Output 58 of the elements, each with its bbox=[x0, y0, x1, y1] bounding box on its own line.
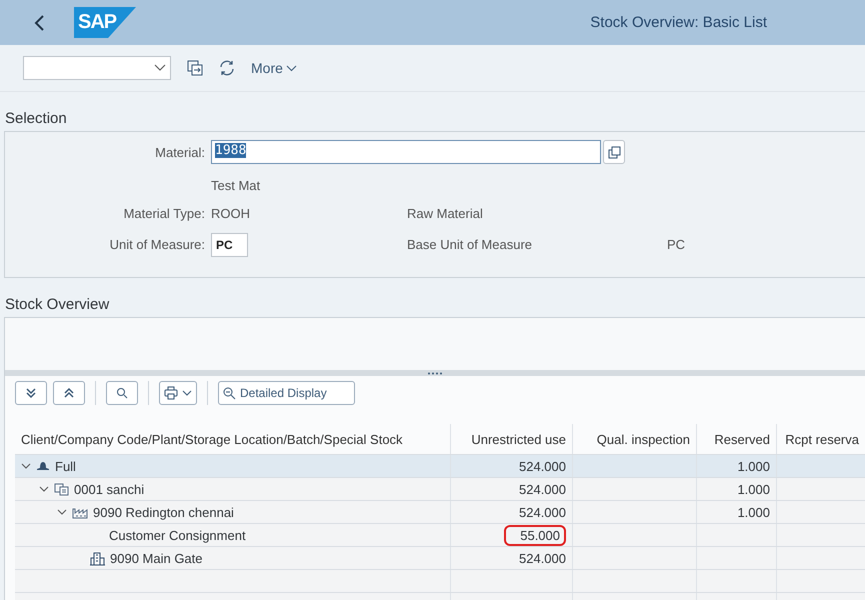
chevron-down-icon bbox=[154, 64, 166, 72]
unit-field[interactable]: PC bbox=[211, 232, 248, 256]
chevron-down-icon[interactable] bbox=[39, 484, 49, 494]
tree-label: 9090 Main Gate bbox=[110, 550, 203, 566]
section-title: Selection bbox=[4, 109, 68, 129]
double-chevron-down-icon bbox=[25, 387, 37, 399]
company-icon bbox=[54, 482, 69, 496]
field-label: Material: bbox=[154, 144, 206, 160]
table-row[interactable]: Customer Consignment 55.000 bbox=[15, 523, 865, 546]
quantity: 1.000 bbox=[737, 458, 770, 474]
table-row[interactable]: 9090 Redington chennai 524.000 1.000 bbox=[15, 500, 865, 523]
collapse-all-button[interactable] bbox=[53, 381, 85, 405]
more-button[interactable]: More bbox=[251, 60, 297, 76]
field-value: PC bbox=[667, 237, 686, 252]
copy-icon bbox=[608, 146, 620, 158]
field-value: ROOH bbox=[211, 206, 251, 221]
hat-icon bbox=[36, 461, 50, 471]
tree-label: Full bbox=[55, 458, 76, 474]
logo: SAP bbox=[74, 7, 136, 38]
refresh-icon[interactable] bbox=[219, 60, 235, 76]
quantity: 524.000 bbox=[519, 482, 566, 496]
dropdown-field[interactable] bbox=[23, 56, 171, 80]
table-row[interactable]: 9090 Main Gate 524.000 bbox=[15, 546, 865, 569]
page-title: Stock Overview: Basic List bbox=[590, 14, 767, 31]
chevron-down-icon bbox=[286, 64, 297, 72]
tree-label: 9090 Redington chennai bbox=[93, 504, 234, 520]
quantity: 1.000 bbox=[737, 504, 770, 520]
chevron-down-icon bbox=[182, 390, 192, 396]
material-field[interactable]: 1988 bbox=[211, 140, 601, 164]
table-row[interactable]: Full 524.000 1.000 bbox=[15, 454, 865, 477]
tree-label: Customer Consignment bbox=[109, 528, 246, 542]
detailed-display-button[interactable]: Detailed Display bbox=[218, 381, 355, 405]
search-icon bbox=[116, 387, 128, 399]
expand-all-button[interactable] bbox=[15, 381, 47, 405]
quantity: 1.000 bbox=[737, 482, 770, 496]
chevron-down-icon[interactable] bbox=[21, 461, 31, 471]
zoom-icon bbox=[223, 386, 236, 400]
quantity: 524.000 bbox=[519, 550, 566, 566]
tree-label: 0001 sanchi bbox=[74, 482, 144, 496]
field-value: Raw Material bbox=[407, 206, 484, 221]
splitter-handle[interactable] bbox=[5, 370, 865, 376]
quantity: 524.000 bbox=[519, 458, 566, 474]
field-label: Base Unit of Measure bbox=[407, 237, 534, 252]
print-icon bbox=[164, 386, 178, 400]
material-description: Test Mat bbox=[211, 178, 262, 192]
building-icon bbox=[90, 550, 105, 566]
chevron-down-icon[interactable] bbox=[57, 507, 67, 517]
field-label: Unit of Measure: bbox=[108, 237, 206, 252]
export-icon[interactable] bbox=[187, 60, 203, 76]
search-button[interactable] bbox=[106, 381, 138, 405]
quantity: 524.000 bbox=[519, 504, 566, 520]
value-help-button[interactable] bbox=[603, 140, 625, 164]
field-label: Material Type: bbox=[122, 206, 206, 221]
table-row[interactable]: 0001 sanchi 524.000 1.000 bbox=[15, 477, 865, 500]
print-button[interactable] bbox=[159, 381, 197, 405]
factory-icon bbox=[72, 506, 88, 518]
section-title: Stock Overview bbox=[4, 295, 110, 315]
double-chevron-up-icon bbox=[63, 387, 75, 399]
